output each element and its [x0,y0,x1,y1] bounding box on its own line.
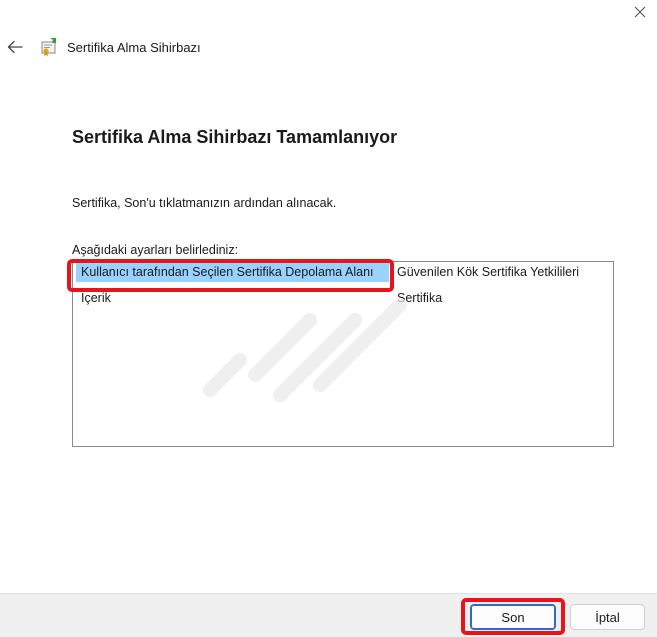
wizard-title: Sertifika Alma Sihirbazı [67,40,201,55]
wizard-header: Sertifika Alma Sihirbazı [0,30,657,66]
settings-label: Aşağıdaki ayarları belirlediniz: [72,243,239,257]
footer-bar [0,593,657,637]
close-button[interactable] [622,0,657,24]
finish-button[interactable]: Son [470,604,556,630]
info-text: Sertifika, Son'u tıklatmanızın ardından … [72,196,337,210]
setting-name: İçerik [81,291,111,305]
setting-value: Sertifika [397,291,443,305]
settings-row-store[interactable]: Kullanıcı tarafından Seçilen Sertifika D… [73,262,613,282]
close-icon [634,6,645,18]
page-title: Sertifika Alma Sihirbazı Tamamlanıyor [72,127,398,147]
certificate-wizard-icon [41,38,56,56]
back-button[interactable] [4,36,26,58]
settings-row-content[interactable]: İçerik Sertifika [73,288,613,308]
setting-value: Güvenilen Kök Sertifika Yetkilileri [397,265,580,279]
setting-name: Kullanıcı tarafından Seçilen Sertifika D… [76,262,389,282]
back-arrow-icon [7,40,23,54]
settings-list[interactable]: Kullanıcı tarafından Seçilen Sertifika D… [72,261,614,447]
cancel-button[interactable]: İptal [570,604,645,630]
